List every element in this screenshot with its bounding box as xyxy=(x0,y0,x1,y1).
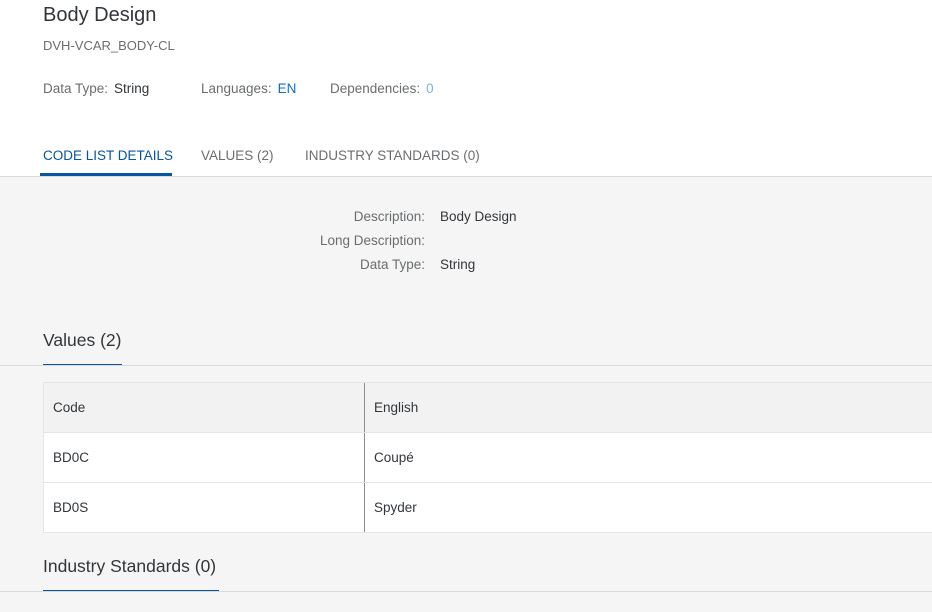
industry-standards-section-divider xyxy=(0,591,932,592)
attr-data-type-label: Data Type: xyxy=(43,81,109,96)
attr-data-type: Data Type: String xyxy=(43,81,149,97)
values-table: Code English BD0C Coupé BD0S Spyder xyxy=(43,382,932,533)
cell-english: Spyder xyxy=(364,483,932,532)
industry-standards-section-title: Industry Standards (0) xyxy=(43,556,217,576)
tab-industry-standards[interactable]: INDUSTRY STANDARDS (0) xyxy=(305,148,480,164)
object-header: Body Design DVH-VCAR_BODY-CL Data Type: S… xyxy=(0,0,932,177)
attr-languages-label: Languages: xyxy=(201,81,272,96)
data-type-value: String xyxy=(440,257,476,272)
table-header-row: Code English xyxy=(44,383,932,433)
values-section-title: Values (2) xyxy=(43,330,122,350)
column-header-code[interactable]: Code xyxy=(44,383,364,432)
data-type-label: Data Type: xyxy=(359,257,425,272)
attr-dependencies: Dependencies: 0 xyxy=(330,81,434,97)
tab-code-list-details[interactable]: CODE LIST DETAILS xyxy=(43,148,173,164)
description-value: Body Design xyxy=(440,209,517,224)
table-row[interactable]: BD0C Coupé xyxy=(44,433,932,483)
attr-dependencies-label: Dependencies: xyxy=(330,81,421,96)
attr-languages-link[interactable]: EN xyxy=(278,81,297,96)
cell-code: BD0S xyxy=(53,500,89,515)
description-label: Description: xyxy=(353,209,425,224)
attr-languages: Languages: EN xyxy=(201,81,296,97)
table-row[interactable]: BD0S Spyder xyxy=(44,483,932,533)
attr-dependencies-link[interactable]: 0 xyxy=(426,81,434,96)
cell-english: Coupé xyxy=(364,433,932,482)
cell-code: BD0C xyxy=(53,450,90,465)
code-list-id: DVH-VCAR_BODY-CL xyxy=(43,38,175,53)
values-section-divider xyxy=(0,365,932,366)
active-tab-indicator xyxy=(40,173,172,176)
page-title: Body Design xyxy=(43,4,157,26)
tab-values[interactable]: VALUES (2) xyxy=(201,148,274,164)
attr-data-type-value: String xyxy=(114,81,150,96)
column-header-english[interactable]: English xyxy=(364,383,932,432)
long-description-label: Long Description: xyxy=(319,233,425,248)
